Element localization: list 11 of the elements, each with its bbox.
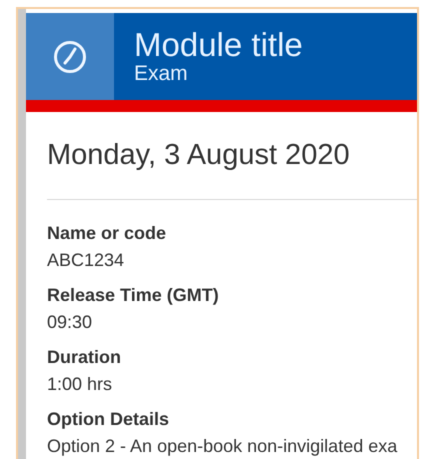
module-title: Module title	[134, 27, 303, 63]
field-value: 09:30	[47, 311, 92, 334]
field-value: 1:00 hrs	[47, 373, 112, 396]
date-heading: Monday, 3 August 2020	[47, 138, 351, 173]
field-value: ABC1234	[47, 249, 124, 272]
field-label: Name or code	[47, 222, 166, 245]
field-label: Option Details	[47, 408, 170, 431]
exam-subtitle: Exam	[134, 63, 188, 85]
field-label: Duration	[47, 346, 121, 369]
field-value: Option 2 - An open-book non-invigilated exa	[47, 435, 398, 458]
field-label: Release Time (GMT)	[47, 284, 219, 307]
